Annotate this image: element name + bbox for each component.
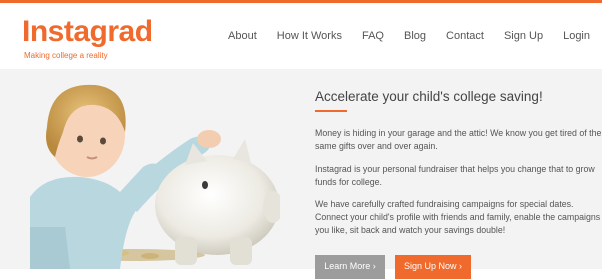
logo[interactable]: Instagrad <box>22 15 153 49</box>
site-header: Instagrad Making college a reality About… <box>0 3 602 69</box>
nav-sign-up[interactable]: Sign Up <box>504 30 543 42</box>
nav-login[interactable]: Login <box>563 30 590 42</box>
hero-section: Accelerate your child's college saving! … <box>0 69 602 279</box>
hero-paragraph-3: We have carefully crafted fundraising ca… <box>315 199 601 235</box>
headline-underline <box>315 110 347 112</box>
hero-headline: Accelerate your child's college saving! <box>315 89 543 104</box>
child-with-piggy-bank-photo <box>25 77 280 269</box>
main-nav: About How It Works FAQ Blog Contact Sign… <box>208 30 590 42</box>
learn-more-button[interactable]: Learn More › <box>315 255 385 279</box>
nav-about[interactable]: About <box>228 30 257 42</box>
nav-contact[interactable]: Contact <box>446 30 484 42</box>
nav-blog[interactable]: Blog <box>404 30 426 42</box>
hero-paragraph-1: Money is hiding in your garage and the a… <box>315 128 602 151</box>
nav-how-it-works[interactable]: How It Works <box>277 30 342 42</box>
hero-paragraph-2: Instagrad is your personal fundraiser th… <box>315 164 595 187</box>
tagline: Making college a reality <box>24 51 108 60</box>
sign-up-now-button[interactable]: Sign Up Now › <box>395 255 471 279</box>
nav-faq[interactable]: FAQ <box>362 30 384 42</box>
